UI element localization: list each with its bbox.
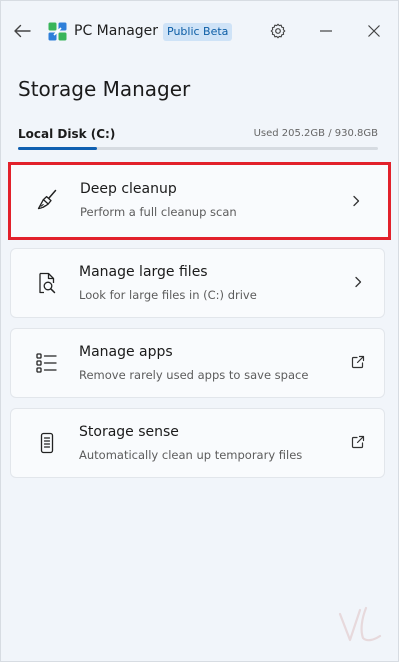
app-list-icon bbox=[36, 353, 57, 373]
manage-large-files-card[interactable]: Manage large files Look for large files … bbox=[10, 248, 385, 318]
gear-icon bbox=[270, 23, 286, 39]
watermark-logo bbox=[338, 606, 382, 642]
phone-storage-icon bbox=[40, 432, 54, 454]
card-subtitle: Automatically clean up temporary files bbox=[79, 448, 303, 462]
deep-cleanup-card[interactable]: Deep cleanup Perform a full cleanup scan bbox=[8, 162, 391, 240]
card-subtitle: Look for large files in (C:) drive bbox=[79, 288, 257, 302]
title-bar: PC Manager Public Beta bbox=[0, 0, 399, 62]
card-subtitle: Perform a full cleanup scan bbox=[80, 205, 237, 219]
minimize-button[interactable] bbox=[314, 20, 338, 42]
card-title: Manage large files bbox=[79, 264, 208, 280]
card-title: Deep cleanup bbox=[80, 181, 177, 197]
storage-sense-card[interactable]: Storage sense Automatically clean up tem… bbox=[10, 408, 385, 478]
disk-usage-bar bbox=[18, 147, 378, 150]
back-arrow-icon bbox=[14, 24, 31, 38]
chevron-right-icon bbox=[353, 195, 360, 207]
broom-icon bbox=[37, 189, 57, 210]
manage-apps-card[interactable]: Manage apps Remove rarely used apps to s… bbox=[10, 328, 385, 398]
disk-usage-fill bbox=[18, 147, 98, 150]
back-button[interactable] bbox=[11, 20, 33, 42]
disk-usage-text: Used 205.2GB / 930.8GB bbox=[253, 128, 378, 139]
chevron-right-icon bbox=[355, 276, 362, 288]
card-title: Storage sense bbox=[79, 424, 179, 440]
app-title: PC Manager bbox=[74, 23, 159, 39]
card-title: Manage apps bbox=[79, 344, 173, 360]
card-subtitle: Remove rarely used apps to save space bbox=[79, 368, 309, 382]
close-icon bbox=[368, 25, 380, 37]
settings-button[interactable] bbox=[266, 20, 290, 42]
file-search-icon bbox=[39, 272, 56, 294]
close-button[interactable] bbox=[362, 20, 386, 42]
tab-local-disk[interactable]: Local Disk (C:) bbox=[18, 126, 115, 142]
minimize-icon bbox=[320, 30, 332, 32]
page-title: Storage Manager bbox=[18, 77, 191, 101]
open-external-icon bbox=[351, 355, 365, 369]
public-beta-badge: Public Beta bbox=[163, 23, 233, 41]
pc-manager-logo-icon bbox=[48, 22, 67, 41]
open-external-icon bbox=[351, 435, 365, 449]
